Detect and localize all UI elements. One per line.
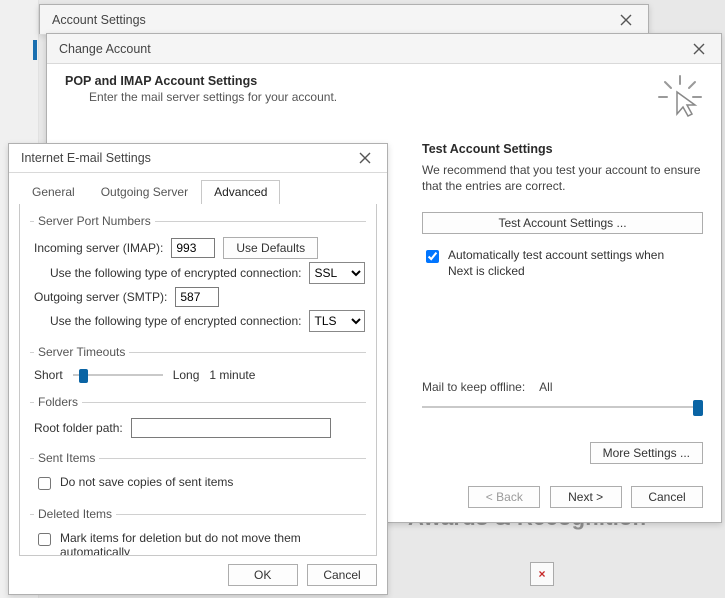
root-folder-label: Root folder path: bbox=[34, 421, 123, 435]
pop-imap-heading: POP and IMAP Account Settings bbox=[65, 74, 257, 88]
tab-outgoing-server[interactable]: Outgoing Server bbox=[88, 180, 201, 204]
inet-titlebar[interactable]: Internet E-mail Settings bbox=[9, 144, 387, 173]
test-settings-desc: We recommend that you test your account … bbox=[422, 162, 703, 194]
mark-for-deletion-checkbox[interactable] bbox=[38, 533, 51, 546]
auto-test-label: Automatically test account settings when… bbox=[448, 248, 688, 279]
auto-test-checkbox-row[interactable]: Automatically test account settings when… bbox=[422, 248, 703, 279]
auto-test-checkbox[interactable] bbox=[426, 250, 439, 263]
ok-button[interactable]: OK bbox=[228, 564, 298, 586]
pop-imap-sub: Enter the mail server settings for your … bbox=[89, 90, 337, 104]
timeout-long-label: Long bbox=[173, 368, 200, 382]
incoming-enc-select[interactable]: SSL bbox=[309, 262, 365, 284]
outgoing-enc-select[interactable]: TLS bbox=[309, 310, 365, 332]
timeout-short-label: Short bbox=[34, 368, 63, 382]
root-folder-input[interactable] bbox=[131, 418, 331, 438]
incoming-port-label: Incoming server (IMAP): bbox=[34, 241, 163, 255]
test-settings-heading: Test Account Settings bbox=[422, 142, 703, 156]
tab-advanced[interactable]: Advanced bbox=[201, 180, 280, 204]
change-account-title: Change Account bbox=[59, 42, 151, 56]
mail-offline-slider[interactable] bbox=[422, 398, 703, 418]
outgoing-enc-label: Use the following type of encrypted conn… bbox=[50, 314, 301, 328]
mark-for-deletion-row[interactable]: Mark items for deletion but do not move … bbox=[34, 531, 366, 556]
more-settings-button[interactable]: More Settings ... bbox=[590, 442, 703, 464]
close-icon[interactable] bbox=[683, 38, 715, 60]
broken-image-icon: × bbox=[530, 562, 554, 586]
account-settings-dialog: Account Settings bbox=[39, 4, 649, 34]
advanced-tabpane: Server Port Numbers Incoming server (IMA… bbox=[19, 204, 377, 556]
account-settings-title: Account Settings bbox=[52, 13, 146, 27]
selection-marker bbox=[33, 40, 37, 60]
tab-general[interactable]: General bbox=[19, 180, 88, 204]
mail-offline-label: Mail to keep offline: bbox=[422, 380, 525, 394]
folders-legend: Folders bbox=[34, 395, 82, 409]
timeout-slider[interactable] bbox=[73, 367, 163, 383]
sent-items-group: Sent Items Do not save copies of sent it… bbox=[30, 451, 366, 501]
server-ports-group: Server Port Numbers Incoming server (IMA… bbox=[30, 214, 366, 339]
cancel-button[interactable]: Cancel bbox=[631, 486, 703, 508]
deleted-items-legend: Deleted Items bbox=[34, 507, 116, 521]
server-ports-legend: Server Port Numbers bbox=[34, 214, 155, 228]
inet-tabs: General Outgoing Server Advanced bbox=[19, 180, 377, 205]
server-timeouts-legend: Server Timeouts bbox=[34, 345, 129, 359]
folders-group: Folders Root folder path: bbox=[30, 395, 366, 445]
incoming-enc-label: Use the following type of encrypted conn… bbox=[50, 266, 301, 280]
use-defaults-button[interactable]: Use Defaults bbox=[223, 237, 318, 259]
outgoing-port-label: Outgoing server (SMTP): bbox=[34, 290, 167, 304]
cursor-starburst-icon bbox=[657, 74, 703, 120]
cancel-button[interactable]: Cancel bbox=[307, 564, 377, 586]
outgoing-port-input[interactable] bbox=[175, 287, 219, 307]
incoming-port-input[interactable] bbox=[171, 238, 215, 258]
back-button[interactable]: < Back bbox=[468, 486, 540, 508]
sent-items-legend: Sent Items bbox=[34, 451, 99, 465]
deleted-items-group: Deleted Items Mark items for deletion bu… bbox=[30, 507, 366, 556]
close-icon[interactable] bbox=[610, 9, 642, 31]
internet-email-settings-dialog: Internet E-mail Settings General Outgoin… bbox=[8, 143, 388, 595]
mark-for-deletion-label: Mark items for deletion but do not move … bbox=[60, 531, 366, 556]
dont-save-sent-label: Do not save copies of sent items bbox=[60, 475, 233, 489]
close-icon[interactable] bbox=[349, 147, 381, 169]
inet-title: Internet E-mail Settings bbox=[21, 151, 151, 165]
account-settings-titlebar[interactable]: Account Settings bbox=[40, 5, 648, 35]
timeout-value: 1 minute bbox=[209, 368, 255, 382]
server-timeouts-group: Server Timeouts Short Long 1 minute bbox=[30, 345, 366, 389]
change-account-titlebar[interactable]: Change Account bbox=[47, 34, 721, 64]
dont-save-sent-checkbox[interactable] bbox=[38, 477, 51, 490]
dont-save-sent-row[interactable]: Do not save copies of sent items bbox=[34, 475, 366, 493]
mail-offline-value: All bbox=[539, 380, 552, 394]
next-button[interactable]: Next > bbox=[550, 486, 622, 508]
test-account-settings-button[interactable]: Test Account Settings ... bbox=[422, 212, 703, 234]
